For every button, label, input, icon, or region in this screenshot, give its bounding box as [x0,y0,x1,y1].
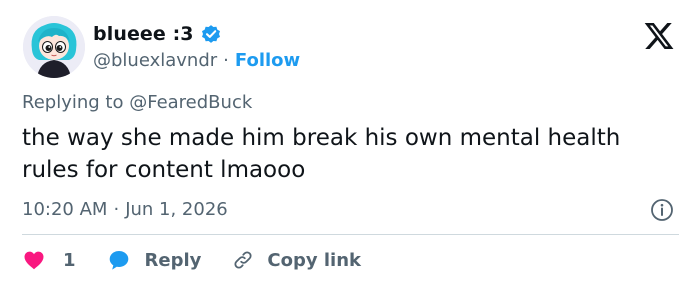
avatar[interactable] [23,16,85,78]
author-handle-row: @bluexlavndr · Follow [93,47,300,73]
tweet-time: 10:20 AM [22,198,108,220]
tweet-text: the way she made him break his own menta… [22,125,621,183]
action-bar: 1 Reply Copy link [22,246,361,274]
like-count: 1 [63,249,76,271]
author-handle[interactable]: @bluexlavndr [93,50,217,71]
reply-context-prefix: Replying to [22,92,130,113]
separator-dot: · [113,198,120,220]
follow-button[interactable]: Follow [235,50,300,71]
reply-context: Replying to @FearedBuck [22,92,252,113]
tweet-timestamp[interactable]: 10:20 AM · Jun 1, 2026 [22,196,228,222]
tweet-date: Jun 1, 2026 [125,198,228,220]
reply-bubble-icon [109,251,128,270]
copy-link-button[interactable]: Copy link [231,248,361,272]
author-name-row: blueee :3 [93,20,222,48]
author-display-name[interactable]: blueee :3 [93,23,194,45]
heart-icon [24,251,44,270]
divider [22,234,679,235]
info-icon[interactable] [650,198,674,222]
verified-badge-icon [200,23,222,45]
reply-button[interactable]: Reply [107,248,202,272]
reply-label: Reply [144,249,202,271]
reply-mention-link[interactable]: @FearedBuck [129,92,252,113]
link-icon [234,251,252,269]
x-logo-icon[interactable] [643,20,675,52]
separator-dot: · [223,49,229,71]
copy-link-label: Copy link [267,249,361,271]
avatar-image [23,16,85,78]
like-button[interactable]: 1 [22,248,76,272]
